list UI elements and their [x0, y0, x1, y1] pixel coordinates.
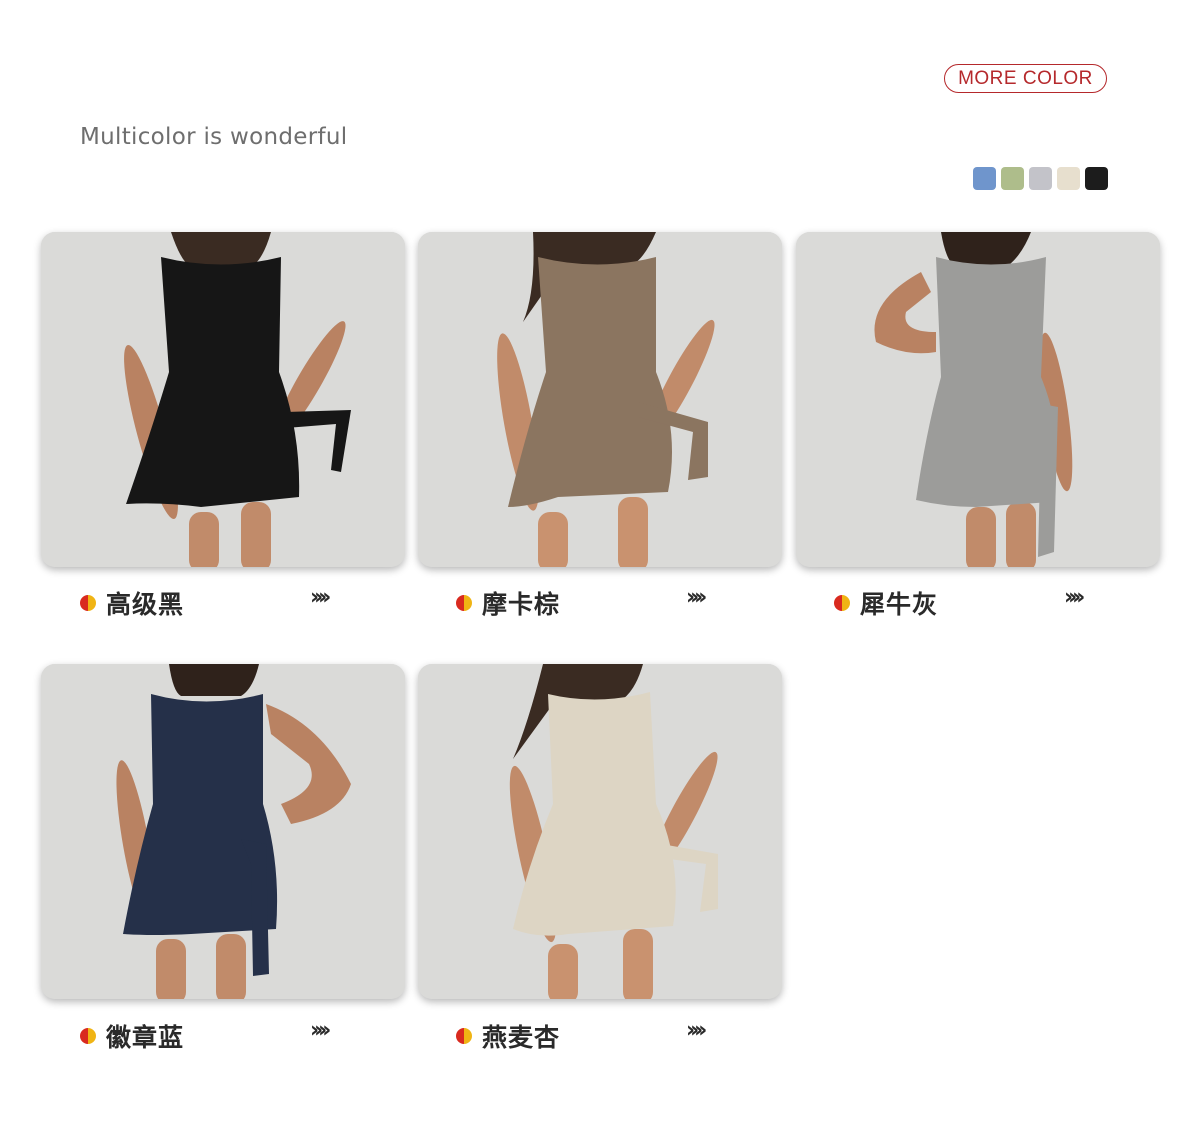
- black-swatch[interactable]: [1085, 167, 1108, 190]
- chevron-right-icon[interactable]: ››››: [686, 1018, 707, 1043]
- product-color-name: 犀牛灰: [860, 590, 939, 619]
- red-dot-icon: [456, 1028, 472, 1044]
- product-photo: [41, 232, 405, 567]
- product-color-name: 高级黑: [106, 590, 185, 619]
- green-swatch[interactable]: [1001, 167, 1024, 190]
- chevron-right-icon[interactable]: ››››: [310, 1018, 331, 1043]
- product-photo: [796, 232, 1160, 567]
- cream-swatch[interactable]: [1057, 167, 1080, 190]
- product-photo: [418, 664, 782, 999]
- product-label-row: 犀牛灰: [834, 585, 938, 621]
- product-color-name: 摩卡棕: [482, 590, 561, 619]
- product-card-grey[interactable]: [796, 232, 1160, 567]
- product-color-name: 徽章蓝: [106, 1023, 185, 1052]
- grey-swatch[interactable]: [1029, 167, 1052, 190]
- page-subtitle: Multicolor is wonderful: [80, 124, 348, 150]
- product-card-mocha[interactable]: [418, 232, 782, 567]
- product-photo: [418, 232, 782, 567]
- red-dot-icon: [834, 595, 850, 611]
- red-dot-icon: [80, 1028, 96, 1044]
- more-color-button[interactable]: MORE COLOR: [944, 64, 1107, 93]
- chevron-right-icon[interactable]: ››››: [686, 585, 707, 610]
- product-card-navy[interactable]: [41, 664, 405, 999]
- red-dot-icon: [80, 595, 96, 611]
- product-color-name: 燕麦杏: [482, 1023, 561, 1052]
- product-card-black[interactable]: [41, 232, 405, 567]
- product-label-row: 高级黑: [80, 585, 184, 621]
- chevron-right-icon[interactable]: ››››: [1064, 585, 1085, 610]
- product-label-row: 徽章蓝: [80, 1018, 184, 1054]
- red-dot-icon: [456, 595, 472, 611]
- product-label-row: 燕麦杏: [456, 1018, 560, 1054]
- product-label-row: 摩卡棕: [456, 585, 560, 621]
- product-card-oat[interactable]: [418, 664, 782, 999]
- blue-swatch[interactable]: [973, 167, 996, 190]
- color-swatches: [973, 167, 1108, 190]
- product-photo: [41, 664, 405, 999]
- chevron-right-icon[interactable]: ››››: [310, 585, 331, 610]
